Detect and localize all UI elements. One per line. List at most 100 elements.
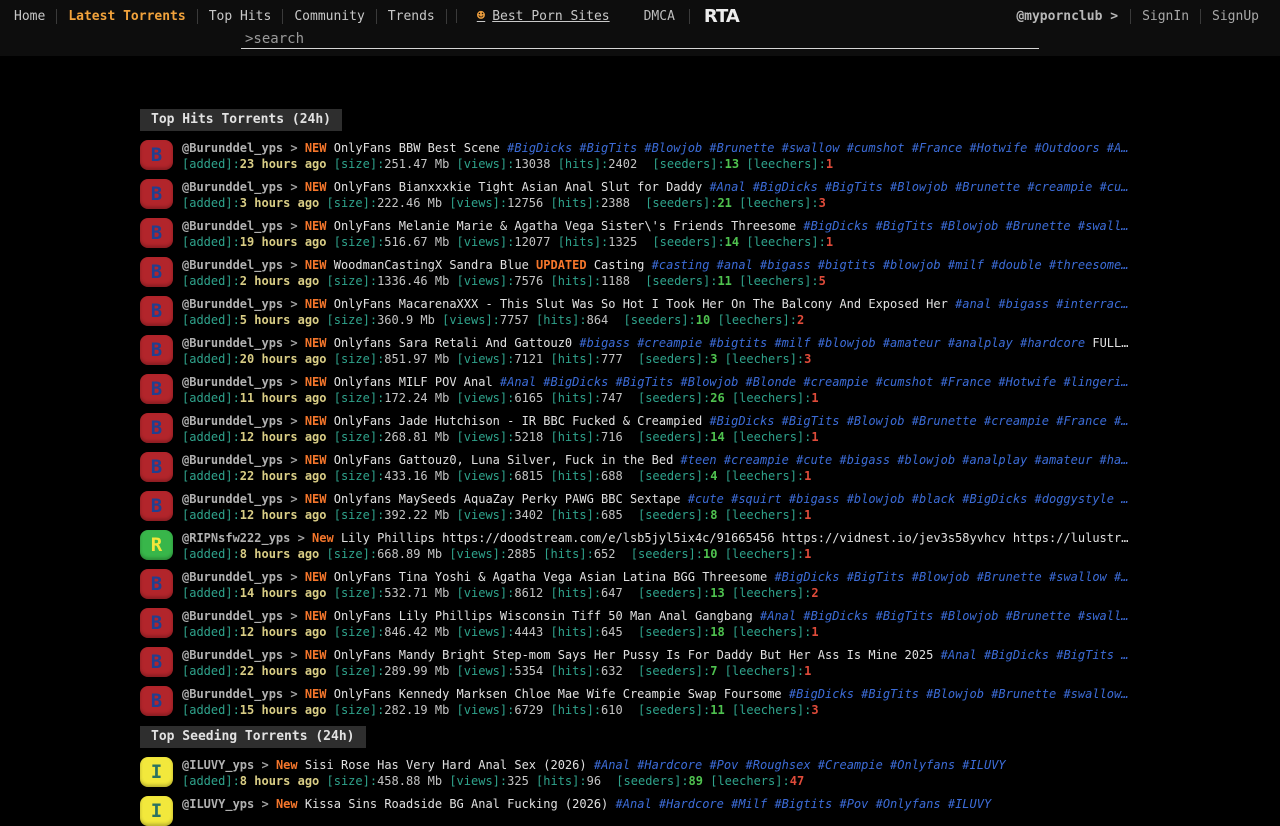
user-avatar[interactable]: B xyxy=(140,452,173,482)
user-avatar[interactable]: B xyxy=(140,296,173,326)
torrent-row[interactable]: I @ILUVY_yps > New Kissa Sins Roadside B… xyxy=(140,796,1280,826)
hashtags[interactable]: #BigDicks #BigTits #Blowjob #Brunette #s… xyxy=(507,141,1128,155)
uploader-name[interactable]: @ILUVY_yps xyxy=(182,758,261,772)
torrent-row[interactable]: B @Burunddel_yps > NEW Onlyfans MaySeeds… xyxy=(140,491,1280,523)
uploader-name[interactable]: @Burunddel_yps xyxy=(182,180,290,194)
torrent-row[interactable]: B @Burunddel_yps > NEW OnlyFans Lily Phi… xyxy=(140,608,1280,640)
hashtags[interactable]: #BigDicks #BigTits #Blowjob #Brunette #s… xyxy=(774,570,1128,584)
hashtags[interactable]: #BigDicks #BigTits #Blowjob #Brunette #c… xyxy=(709,414,1128,428)
nav-item-community[interactable]: Community xyxy=(283,9,376,24)
torrent-row[interactable]: B @Burunddel_yps > NEW OnlyFans Macarena… xyxy=(140,296,1280,328)
uploader-name[interactable]: @Burunddel_yps xyxy=(182,453,290,467)
torrent-title[interactable]: OnlyFans Kennedy Marksen Chloe Mae Wife … xyxy=(334,687,782,701)
hashtags[interactable]: #Anal #BigDicks #BigTits #Blowjob #Brune… xyxy=(760,609,1128,623)
hashtags[interactable]: #casting #anal #bigass #bigtits #blowjob… xyxy=(652,258,1129,272)
user-avatar[interactable]: B xyxy=(140,569,173,599)
user-avatar[interactable]: B xyxy=(140,140,173,170)
hashtags[interactable]: #anal #bigass #interrac… xyxy=(955,297,1128,311)
torrent-title[interactable]: OnlyFans Tina Yoshi & Agatha Vega Asian … xyxy=(334,570,767,584)
user-avatar[interactable]: B xyxy=(140,218,173,248)
uploader-name[interactable]: @RIPNsfw222_yps xyxy=(182,531,298,545)
user-avatar[interactable]: B xyxy=(140,608,173,638)
nav-item-latest-torrents[interactable]: Latest Torrents xyxy=(57,9,197,24)
torrent-row[interactable]: B @Burunddel_yps > NEW OnlyFans BBW Best… xyxy=(140,140,1280,172)
torrent-row[interactable]: B @Burunddel_yps > NEW OnlyFans Kennedy … xyxy=(140,686,1280,718)
torrent-title[interactable]: Sisi Rose Has Very Hard Anal Sex (2026) xyxy=(305,758,587,772)
user-avatar[interactable]: B xyxy=(140,647,173,677)
signin-link[interactable]: SignIn xyxy=(1131,9,1201,24)
uploader-name[interactable]: @Burunddel_yps xyxy=(182,609,290,623)
user-avatar[interactable]: B xyxy=(140,257,173,287)
uploader-name[interactable]: @Burunddel_yps xyxy=(182,375,290,389)
uploader-name[interactable]: @Burunddel_yps xyxy=(182,336,290,350)
user-avatar[interactable]: I xyxy=(140,757,173,787)
torrent-row[interactable]: B @Burunddel_yps > NEW Onlyfans MILF POV… xyxy=(140,374,1280,406)
dmca-link[interactable]: DMCA xyxy=(644,9,690,24)
uploader-name[interactable]: @Burunddel_yps xyxy=(182,414,290,428)
added-value: 23 hours ago xyxy=(240,157,334,171)
hashtags[interactable]: #Anal #Hardcore #Pov #Roughsex #Creampie… xyxy=(594,758,1006,772)
nav-item-home[interactable]: Home xyxy=(10,9,57,24)
torrent-title[interactable]: Onlyfans Sara Retali And Gattouz0 xyxy=(334,336,572,350)
torrent-row[interactable]: B @Burunddel_yps > NEW OnlyFans Mandy Br… xyxy=(140,647,1280,679)
hashtags[interactable]: #teen #creampie #cute #bigass #blowjob #… xyxy=(681,453,1129,467)
hashtags[interactable]: #BigDicks #BigTits #Blowjob #Brunette #s… xyxy=(803,219,1128,233)
torrent-row[interactable]: B @Burunddel_yps > NEW WoodmanCastingX S… xyxy=(140,257,1280,289)
torrent-title[interactable]: Lily Phillips https://doodstream.com/e/l… xyxy=(341,531,1128,545)
user-avatar[interactable]: B xyxy=(140,374,173,404)
torrent-title[interactable]: OnlyFans Gattouz0, Luna Silver, Fuck in … xyxy=(334,453,674,467)
torrent-row[interactable]: I @ILUVY_yps > New Sisi Rose Has Very Ha… xyxy=(140,757,1280,789)
signup-link[interactable]: SignUp xyxy=(1201,9,1270,24)
user-avatar[interactable]: B xyxy=(140,413,173,443)
hashtags[interactable]: #Anal #Hardcore #Milf #Bigtits #Pov #Onl… xyxy=(616,797,992,811)
torrent-title[interactable]: OnlyFans MacarenaXXX - This Slut Was So … xyxy=(334,297,948,311)
uploader-name[interactable]: @ILUVY_yps xyxy=(182,797,261,811)
uploader-name[interactable]: @Burunddel_yps xyxy=(182,687,290,701)
uploader-name[interactable]: @Burunddel_yps xyxy=(182,648,290,662)
torrent-title[interactable]: OnlyFans Jade Hutchison - IR BBC Fucked … xyxy=(334,414,702,428)
hashtags[interactable]: #bigass #creampie #bigtits #milf #blowjo… xyxy=(579,336,1085,350)
user-avatar[interactable]: I xyxy=(140,796,173,826)
uploader-name[interactable]: @Burunddel_yps xyxy=(182,570,290,584)
hits-label: [hits]: xyxy=(558,235,609,249)
seeders-value: 3 xyxy=(710,352,724,366)
torrent-title[interactable]: WoodmanCastingX Sandra Blue xyxy=(334,258,536,272)
torrent-title[interactable]: Kissa Sins Roadside BG Anal Fucking (202… xyxy=(305,797,608,811)
user-avatar[interactable]: B xyxy=(140,686,173,716)
hashtags[interactable]: #Anal #BigDicks #BigTits #Blowjob #Brune… xyxy=(709,180,1128,194)
search-input[interactable] xyxy=(241,30,1039,49)
hashtags[interactable]: #cute #squirt #bigass #blowjob #black #B… xyxy=(688,492,1129,506)
uploader-name[interactable]: @Burunddel_yps xyxy=(182,219,290,233)
nav-item-trends[interactable]: Trends xyxy=(377,9,447,24)
torrent-title[interactable]: OnlyFans BBW Best Scene xyxy=(334,141,500,155)
torrent-title[interactable]: OnlyFans Mandy Bright Step-mom Says Her … xyxy=(334,648,934,662)
user-avatar[interactable]: B xyxy=(140,335,173,365)
torrent-title[interactable]: OnlyFans Bianxxxkie Tight Asian Anal Slu… xyxy=(334,180,702,194)
torrent-row[interactable]: B @Burunddel_yps > NEW OnlyFans Bianxxxk… xyxy=(140,179,1280,211)
torrent-row[interactable]: B @Burunddel_yps > NEW OnlyFans Gattouz0… xyxy=(140,452,1280,484)
user-avatar[interactable]: B xyxy=(140,491,173,521)
torrent-title[interactable]: OnlyFans Lily Phillips Wisconsin Tiff 50… xyxy=(334,609,753,623)
torrent-title[interactable]: Onlyfans MaySeeds AquaZay Perky PAWG BBC… xyxy=(334,492,681,506)
torrent-stats-line: [added]:11 hours ago [size]:172.24 Mb [v… xyxy=(182,390,1184,406)
uploader-name[interactable]: @Burunddel_yps xyxy=(182,297,290,311)
hashtags[interactable]: #BigDicks #BigTits #Blowjob #Brunette #s… xyxy=(789,687,1129,701)
uploader-name[interactable]: @Burunddel_yps xyxy=(182,141,290,155)
torrent-row[interactable]: B @Burunddel_yps > NEW OnlyFans Melanie … xyxy=(140,218,1280,250)
torrent-row[interactable]: B @Burunddel_yps > NEW OnlyFans Jade Hut… xyxy=(140,413,1280,445)
torrent-title[interactable]: Onlyfans MILF POV Anal xyxy=(334,375,493,389)
uploader-name[interactable]: @Burunddel_yps xyxy=(182,258,290,272)
account-menu[interactable]: @mypornclub > xyxy=(1016,9,1131,24)
torrent-row[interactable]: R @RIPNsfw222_yps > New Lily Phillips ht… xyxy=(140,530,1280,562)
torrent-row[interactable]: B @Burunddel_yps > NEW OnlyFans Tina Yos… xyxy=(140,569,1280,601)
uploader-name[interactable]: @Burunddel_yps xyxy=(182,492,290,506)
torrent-title[interactable]: OnlyFans Melanie Marie & Agatha Vega Sis… xyxy=(334,219,796,233)
user-avatar[interactable]: R xyxy=(140,530,173,560)
best-porn-sites-link[interactable]: ☻ Best Porn Sites xyxy=(477,8,610,24)
user-avatar[interactable]: B xyxy=(140,179,173,209)
torrent-title-post[interactable]: Casting xyxy=(587,258,652,272)
hashtags[interactable]: #Anal #BigDicks #BigTits … xyxy=(941,648,1129,662)
nav-item-top-hits[interactable]: Top Hits xyxy=(198,9,284,24)
torrent-row[interactable]: B @Burunddel_yps > NEW Onlyfans Sara Ret… xyxy=(140,335,1280,367)
hashtags[interactable]: #Anal #BigDicks #BigTits #Blowjob #Blond… xyxy=(500,375,1129,389)
